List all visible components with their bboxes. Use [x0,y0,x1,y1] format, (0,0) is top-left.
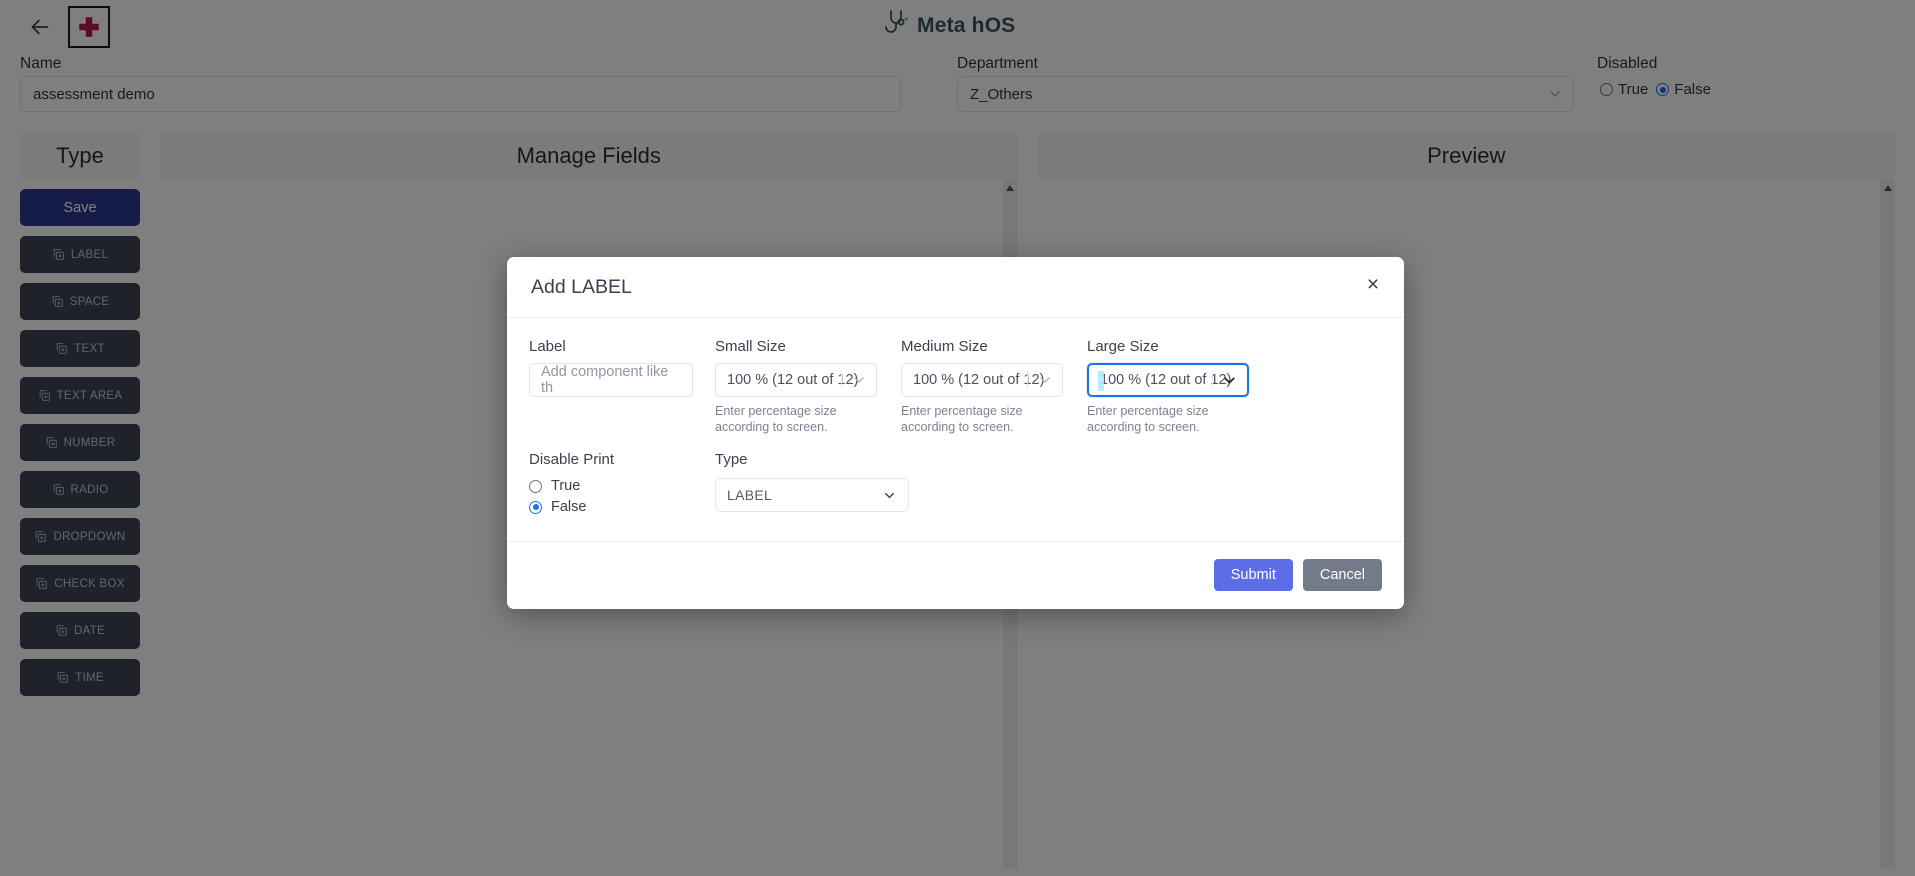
chevron-down-icon[interactable] [882,479,897,511]
small-size-label: Small Size [715,338,786,355]
modal-body: Label Add component like th Small Size 1… [507,318,1404,521]
radio-icon[interactable] [529,479,542,493]
disable-print-option-false: False [551,499,587,516]
medium-size-label: Medium Size [901,338,988,355]
disable-print-radio-true[interactable]: True [529,478,693,494]
chevron-down-icon[interactable] [1037,364,1053,396]
chevron-down-icon[interactable] [851,364,867,396]
chevron-down-icon[interactable] [1221,365,1238,395]
medium-size-value: 100 % (12 out of 12) [913,372,1045,388]
small-size-value: 100 % (12 out of 12) [727,372,859,388]
small-size-group: Small Size 100 % (12 out of 12) Enter pe… [715,338,879,435]
type-select-group: Type LABEL [715,451,909,515]
label-input-placeholder: Add component like th [541,364,669,396]
label-field-label: Label [529,338,566,355]
select-divider [1027,371,1028,389]
type-select-value: LABEL [727,487,773,504]
small-size-hint: Enter percentage size according to scree… [715,404,837,434]
disable-print-radio-group[interactable]: True False [529,478,693,515]
disable-print-label: Disable Print [529,451,615,469]
small-size-select[interactable]: 100 % (12 out of 12) [715,363,877,397]
modal-title: Add LABEL [531,275,632,298]
medium-size-hint: Enter percentage size according to scree… [901,404,1023,434]
select-divider [841,371,842,389]
disable-print-radio-false[interactable]: False [529,499,693,515]
add-label-modal: Add LABEL × Label Add component like th … [507,257,1404,610]
radio-icon[interactable] [529,500,542,514]
large-size-label: Large Size [1087,338,1159,355]
size-fields-row: Label Add component like th Small Size 1… [529,338,1382,435]
type-select-label: Type [715,451,748,469]
disable-print-group: Disable Print True False [529,451,693,515]
label-field-group: Label Add component like th [529,338,693,435]
select-divider [1212,372,1213,388]
print-type-row: Disable Print True False Type LABEL [529,451,1382,515]
cancel-button[interactable]: Cancel [1302,559,1382,592]
type-select[interactable]: LABEL [715,478,909,513]
submit-button[interactable]: Submit [1213,559,1293,592]
modal-header: Add LABEL × [507,257,1404,318]
medium-size-select[interactable]: 100 % (12 out of 12) [901,363,1063,397]
large-size-group: Large Size 100 % (12 out of 12) Enter pe… [1087,338,1251,435]
text-selection-caret [1098,371,1104,391]
close-icon[interactable]: × [1360,271,1386,297]
large-size-select[interactable]: 100 % (12 out of 12) [1087,363,1249,397]
large-size-hint: Enter percentage size according to scree… [1087,404,1209,434]
modal-footer: Submit Cancel [507,541,1404,609]
disable-print-option-true: True [551,478,581,495]
label-input[interactable]: Add component like th [529,363,693,397]
medium-size-group: Medium Size 100 % (12 out of 12) Enter p… [901,338,1065,435]
